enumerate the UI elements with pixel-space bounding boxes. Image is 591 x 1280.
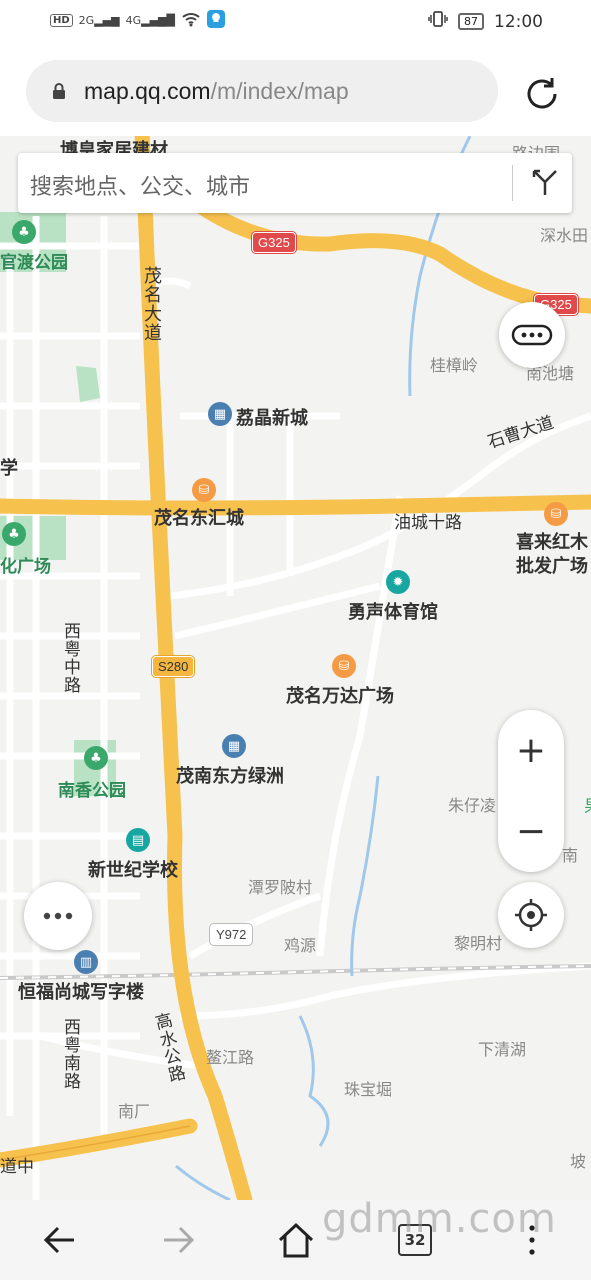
- watermark: gdmm.com: [322, 1196, 557, 1242]
- menu-button[interactable]: [24, 882, 92, 950]
- map-label-guizhangling: 桂樟岭: [430, 356, 479, 375]
- map-label-donghui: 茂名东汇城: [154, 508, 244, 529]
- more-layers-button[interactable]: [499, 302, 565, 368]
- back-arrow-icon[interactable]: [40, 1220, 80, 1260]
- park-icon: ♣: [12, 220, 36, 244]
- home-icon[interactable]: [276, 1220, 316, 1260]
- search-input[interactable]: 搜索地点、公交、城市: [30, 169, 250, 201]
- url-domain: map.qq.com: [84, 77, 211, 104]
- forward-arrow-icon[interactable]: [158, 1220, 198, 1260]
- map-label-liming: 黎明村: [454, 934, 503, 953]
- map-label-aojiang: 鳌江路: [206, 1048, 255, 1067]
- map-label-nanchang: 南厂: [118, 1102, 151, 1121]
- map-label-lijing: 荔晶新城: [236, 408, 308, 429]
- map-label-wanda: 茂名万达广场: [286, 686, 394, 707]
- road-shield-g325: G325: [252, 232, 296, 253]
- map-label-tanluoling: 潭罗陂村: [248, 878, 313, 897]
- bulb-icon: [206, 10, 225, 31]
- map-label-daozhong: 道中: [0, 1157, 34, 1177]
- map-label-xilai-1: 喜来红木: [516, 532, 588, 553]
- reload-icon[interactable]: [522, 74, 562, 114]
- map-label-xiyue-1: 西粤中路: [60, 622, 80, 694]
- url-path: /m/index/map: [210, 77, 349, 104]
- map-label-xinshiji: 新世纪学校: [88, 860, 178, 881]
- map-label-po: 坡: [570, 1152, 587, 1171]
- map-canvas[interactable]: 博皇家居建材 路边围 深水田 ♣ 官渡公园 G325 G325 茂名大道 桂樟岭…: [0, 136, 591, 1200]
- address-bar[interactable]: map.qq.com/m/index/map: [26, 60, 498, 122]
- map-label-zhuzi: 朱仔凌: [448, 796, 497, 815]
- map-label-shenshui: 深水田: [540, 226, 589, 245]
- ellipsis-icon: [43, 912, 73, 920]
- map-search-box[interactable]: 搜索地点、公交、城市: [18, 153, 572, 213]
- map-label-xue: 学: [0, 458, 18, 479]
- map-label-guandu-park: 官渡公园: [0, 253, 68, 273]
- browser-toolbar: map.qq.com/m/index/map: [0, 44, 591, 136]
- shopping-icon-xilai: ⛁: [544, 502, 568, 526]
- vibrate-icon: [428, 10, 448, 33]
- road-shield-y972: Y972: [210, 924, 253, 945]
- office-icon: ▥: [74, 950, 98, 974]
- road-shield-s280: S280: [152, 656, 195, 677]
- map-label-zhubaoju: 珠宝堀: [344, 1080, 393, 1099]
- map-label-maoming-ave: 茂名大道: [141, 266, 162, 342]
- map-label-youcheng: 油城十路: [394, 513, 462, 533]
- map-label-jiyuan: 鸡源: [284, 936, 317, 955]
- locate-icon: [515, 899, 547, 931]
- map-label-bao: 果: [584, 792, 591, 817]
- status-right: 87 12:00: [428, 10, 543, 33]
- status-bar: HD 2G▂▄▆ 4G▂▄▆█ 87 12:00: [0, 0, 591, 44]
- zoom-out-button[interactable]: −: [498, 791, 564, 872]
- lock-icon: [53, 83, 65, 99]
- hd-indicator: HD: [50, 14, 73, 27]
- signal-4g-icon: 4G▂▄▆█: [125, 14, 175, 27]
- url-text: map.qq.com/m/index/map: [84, 78, 349, 105]
- map-label-hua-square: 化广场: [0, 557, 51, 577]
- map-label-maonan: 茂南东方绿洲: [176, 766, 284, 787]
- school-icon: ▤: [126, 828, 150, 852]
- map-label-nanxiang: 南香公园: [58, 781, 126, 801]
- wifi-icon: [181, 11, 201, 30]
- shopping-icon-wanda: ⛁: [332, 654, 356, 678]
- stadium-icon: ✹: [386, 570, 410, 594]
- map-label-xilai-2: 批发广场: [516, 556, 588, 577]
- clock: 12:00: [494, 11, 543, 32]
- map-label-yongsheng: 勇声体育馆: [348, 602, 438, 623]
- building-icon: ▦: [208, 402, 232, 426]
- signal-2g-icon: 2G▂▄▆: [78, 14, 120, 27]
- zoom-in-button[interactable]: +: [498, 710, 564, 791]
- search-divider: [512, 165, 513, 201]
- more-icon: [511, 324, 553, 346]
- park-icon-hua: ♣: [2, 522, 26, 546]
- park-icon-nanxiang: ♣: [84, 746, 108, 770]
- map-label-xiyue-2: 西粤南路: [60, 1018, 80, 1090]
- locate-me-button[interactable]: [498, 882, 564, 948]
- battery-indicator: 87: [458, 13, 484, 30]
- building-icon-maonan: ▦: [222, 734, 246, 758]
- map-label-nan: 南: [562, 846, 579, 865]
- shopping-icon: ⛁: [192, 478, 216, 502]
- map-label-hengfu: 恒福尚城写字楼: [18, 982, 144, 1003]
- route-icon[interactable]: [530, 167, 560, 197]
- status-left: HD 2G▂▄▆ 4G▂▄▆█: [50, 10, 225, 31]
- zoom-control: + −: [498, 710, 564, 872]
- map-label-xiaqinghu: 下清湖: [478, 1040, 527, 1059]
